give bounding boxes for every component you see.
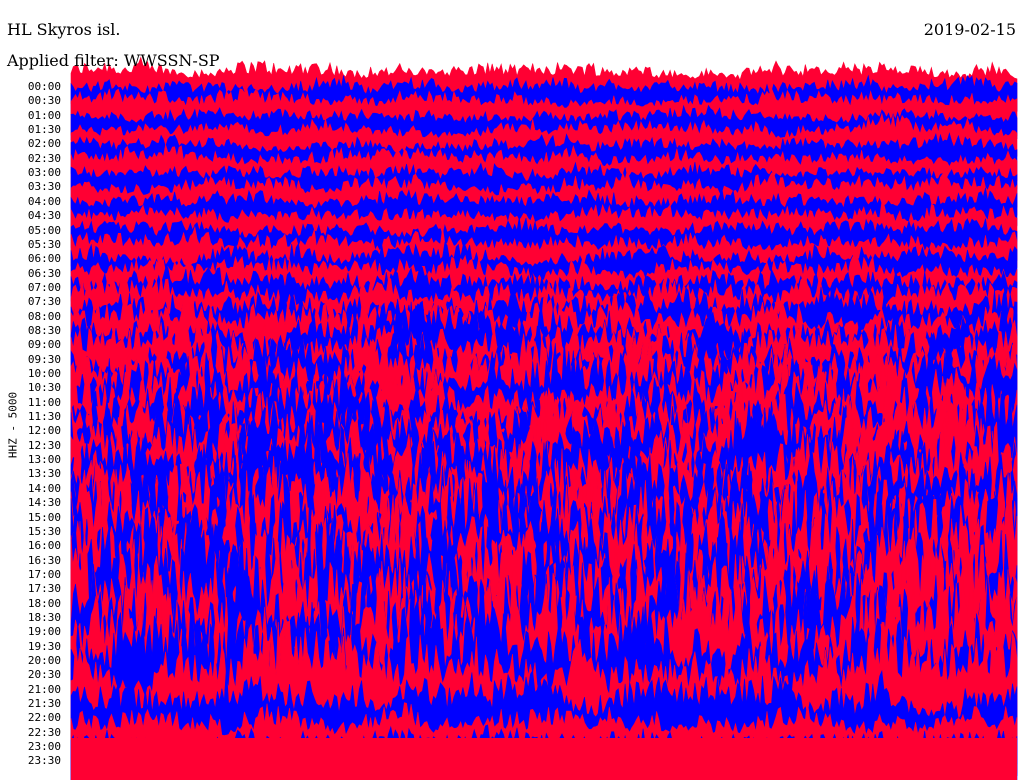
seismogram-plot [70,56,1018,780]
filter-label: Applied filter: WWSSN-SP [7,51,220,70]
saturated-trace-block [71,738,1017,780]
